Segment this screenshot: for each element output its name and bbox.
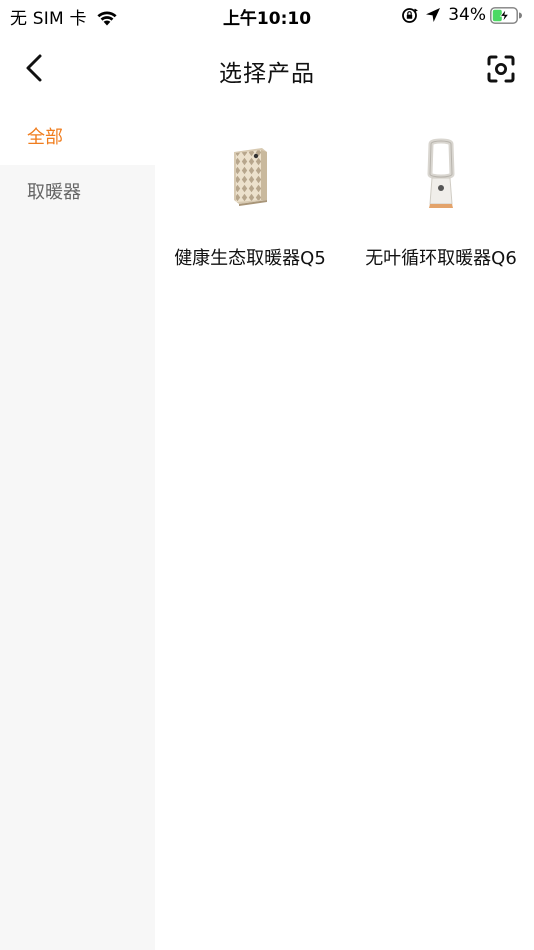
status-right: 34% — [401, 5, 522, 25]
product-card-q5[interactable]: 健康生态取暖器Q5 — [157, 130, 343, 280]
sidebar-item-label: 取暖器 — [27, 182, 81, 203]
product-card-q6[interactable]: 无叶循环取暖器Q6 — [348, 130, 534, 280]
location-arrow-icon — [426, 8, 441, 22]
scan-icon — [487, 55, 515, 83]
screen: 无 SIM 卡 上午10:10 34% 选择产品 全部 取暖器 健康生态取暖器Q… — [0, 0, 534, 950]
orientation-lock-icon — [402, 7, 419, 23]
product-name: 健康生态取暖器Q5 — [174, 248, 326, 269]
product-name: 无叶循环取暖器Q6 — [365, 248, 517, 269]
scan-button[interactable] — [484, 52, 518, 86]
status-bar: 无 SIM 卡 上午10:10 34% — [0, 0, 534, 30]
sidebar-item-heaters[interactable]: 取暖器 — [0, 165, 155, 220]
sidebar-item-label: 全部 — [27, 127, 63, 148]
panel-heater-image — [157, 130, 343, 222]
battery-charging-icon — [490, 6, 522, 24]
category-sidebar: 全部 取暖器 — [0, 110, 155, 950]
bladeless-heater-image — [348, 130, 534, 222]
battery-percent: 34% — [448, 5, 486, 25]
nav-bar: 选择产品 — [0, 44, 534, 94]
page-title: 选择产品 — [219, 61, 315, 87]
sidebar-item-all[interactable]: 全部 — [0, 110, 155, 165]
